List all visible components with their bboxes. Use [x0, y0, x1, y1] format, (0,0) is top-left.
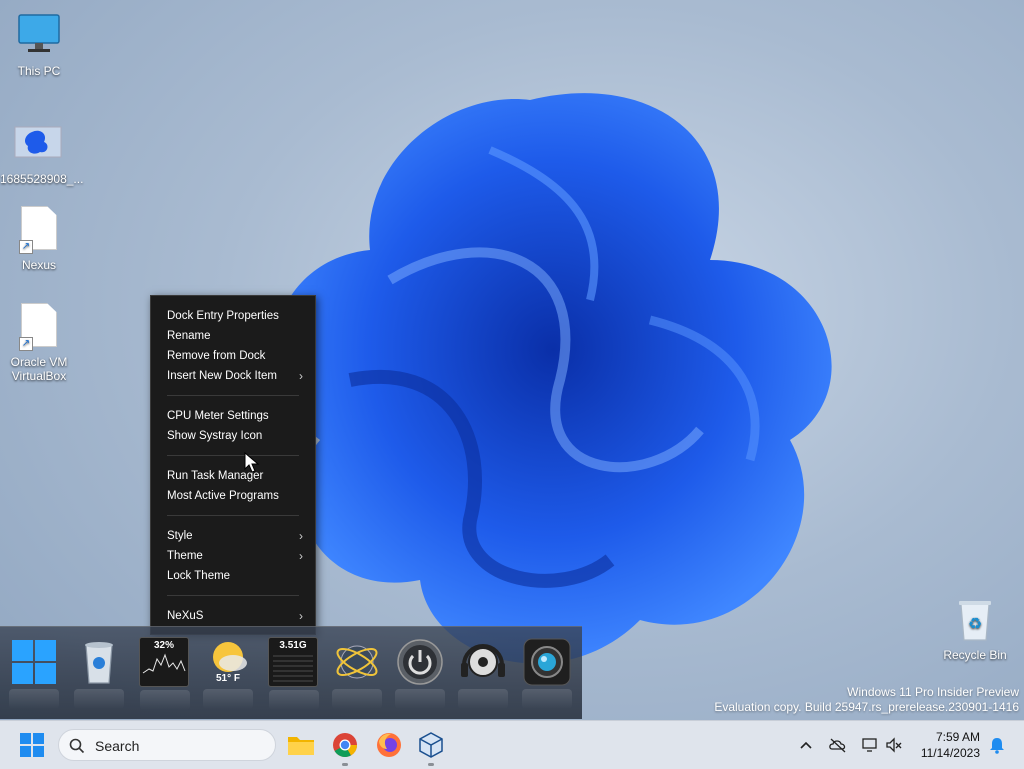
- volume-muted-icon[interactable]: [884, 735, 904, 755]
- menu-item-cpu-meter-settings[interactable]: CPU Meter Settings: [151, 406, 315, 426]
- menu-item-nexus[interactable]: NeXuS ›: [151, 606, 315, 626]
- dock-item-camera[interactable]: [522, 637, 572, 709]
- file-shortcut-icon: ↗: [15, 206, 63, 254]
- chrome-icon: [333, 733, 357, 758]
- dock-item-recycle-bin[interactable]: [74, 637, 124, 709]
- network-icon[interactable]: [860, 735, 880, 755]
- virtualbox-icon: [419, 732, 443, 758]
- chevron-right-icon: ›: [299, 609, 303, 623]
- notification-bell-icon[interactable]: [987, 735, 1007, 755]
- desktop-icon-label: This PC: [17, 64, 61, 78]
- nexus-dock: 32% 51° F 3.51G: [0, 626, 582, 719]
- wallpaper-bloom: [274, 93, 832, 664]
- monitor-icon: [15, 12, 63, 60]
- clock-date: 11/14/2023: [920, 746, 980, 760]
- context-menu: Dock Entry Properties Rename Remove from…: [150, 295, 316, 635]
- desktop-icon-virtualbox[interactable]: ↗ Oracle VM VirtualBox: [1, 300, 77, 383]
- taskbar-virtualbox[interactable]: [415, 729, 447, 766]
- chevron-right-icon: ›: [299, 549, 303, 563]
- menu-separator: [167, 595, 299, 596]
- desktop-icon-image-file[interactable]: 1685528908_...: [0, 120, 84, 186]
- power-icon: [397, 639, 443, 685]
- taskbar-chrome[interactable]: [329, 729, 361, 766]
- desktop-icon-nexus[interactable]: ↗ Nexus: [1, 203, 77, 272]
- search-icon: [69, 738, 85, 754]
- mouse-cursor-icon: [244, 452, 260, 473]
- taskbar-search-box[interactable]: Search: [58, 729, 276, 761]
- file-shortcut-icon: ↗: [15, 303, 63, 351]
- desktop-icon-recycle-bin[interactable]: ♻ Recycle Bin: [937, 596, 1013, 662]
- shortcut-arrow-icon: ↗: [19, 240, 33, 254]
- desktop-icon-label-line2: VirtualBox: [11, 369, 67, 383]
- menu-item-run-task-manager[interactable]: Run Task Manager: [151, 466, 315, 486]
- taskbar-firefox[interactable]: [373, 729, 405, 761]
- menu-item-dock-entry-properties[interactable]: Dock Entry Properties: [151, 306, 315, 326]
- desktop-icon-label-line1: Oracle VM: [10, 355, 68, 369]
- menu-item-remove-from-dock[interactable]: Remove from Dock: [151, 346, 315, 366]
- shortcut-arrow-icon: ↗: [19, 337, 33, 351]
- chevron-right-icon: ›: [299, 369, 303, 383]
- menu-item-rename[interactable]: Rename: [151, 326, 315, 346]
- evaluation-watermark: Windows 11 Pro Insider Preview Evaluatio…: [714, 685, 1019, 715]
- desktop-icon-this-pc[interactable]: This PC: [1, 12, 77, 78]
- folder-icon: [288, 737, 314, 755]
- menu-item-most-active-programs[interactable]: Most Active Programs: [151, 486, 315, 506]
- dock-item-media[interactable]: [458, 637, 508, 709]
- menu-item-theme[interactable]: Theme ›: [151, 546, 315, 566]
- watermark-line2: Evaluation copy. Build 25947.rs_prerelea…: [714, 700, 1019, 714]
- taskbar-file-explorer[interactable]: [285, 729, 317, 761]
- memory-meter-value: 3.51G: [279, 640, 307, 651]
- headphones-icon: [461, 644, 505, 677]
- tray-overflow-chevron-icon[interactable]: [796, 735, 816, 755]
- weather-temperature: 51° F: [215, 673, 240, 684]
- menu-separator: [167, 515, 299, 516]
- windows-logo-icon: [20, 733, 44, 757]
- dock-item-globe[interactable]: [332, 637, 382, 709]
- windows-logo-icon: [12, 640, 56, 684]
- watermark-line1: Windows 11 Pro Insider Preview: [847, 685, 1019, 699]
- cpu-graph-icon: [142, 653, 186, 674]
- recycle-bin-icon: [85, 642, 113, 684]
- desktop-icon-label: Nexus: [21, 258, 56, 272]
- cpu-meter-value: 32%: [153, 640, 174, 651]
- dock-item-weather[interactable]: 51° F: [203, 637, 253, 709]
- dock-item-power[interactable]: [395, 637, 445, 709]
- menu-separator: [167, 455, 299, 456]
- menu-item-lock-theme[interactable]: Lock Theme: [151, 566, 315, 586]
- dock-item-cpu-meter[interactable]: 32%: [139, 637, 190, 710]
- desktop-icon-label: 1685528908_...: [0, 172, 84, 186]
- clock-time: 7:59 AM: [935, 730, 980, 744]
- taskbar-clock[interactable]: 7:59 AM 11/14/2023: [921, 729, 980, 761]
- menu-item-style[interactable]: Style ›: [151, 526, 315, 546]
- firefox-icon: [377, 733, 401, 757]
- search-placeholder: Search: [95, 738, 140, 754]
- menu-item-insert-new-dock-item[interactable]: Insert New Dock Item ›: [151, 366, 315, 386]
- menu-separator: [167, 395, 299, 396]
- menu-item-show-systray-icon[interactable]: Show Systray Icon: [151, 426, 315, 446]
- svg-text:♻: ♻: [968, 614, 982, 633]
- image-thumbnail-icon: [14, 120, 62, 168]
- start-button[interactable]: [16, 729, 48, 761]
- recycle-bin-icon: ♻: [951, 596, 999, 644]
- desktop-icon-label: Recycle Bin: [943, 648, 1007, 662]
- camera-icon: [523, 638, 571, 686]
- dock-item-memory-meter[interactable]: 3.51G: [268, 637, 319, 710]
- globe-icon: [336, 645, 378, 679]
- chevron-right-icon: ›: [299, 529, 303, 543]
- taskbar: Search 7:59 AM 11/14/2023: [0, 720, 1024, 769]
- onedrive-offline-icon[interactable]: [828, 735, 848, 755]
- dock-item-start[interactable]: [9, 637, 59, 709]
